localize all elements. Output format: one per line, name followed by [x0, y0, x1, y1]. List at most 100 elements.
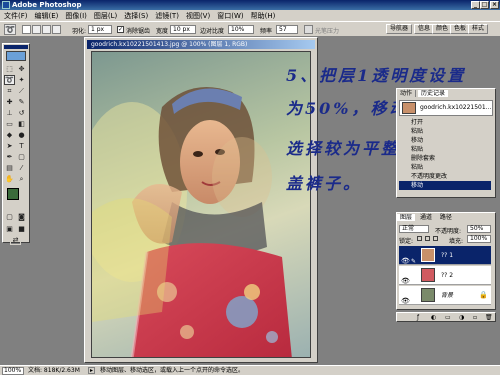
menu-file[interactable]: 文件(F) [4, 11, 28, 21]
antialias-checkbox[interactable]: ✓ [117, 26, 124, 33]
menu-layer[interactable]: 图层(L) [94, 11, 117, 21]
eye-icon[interactable]: 👁 [401, 292, 410, 311]
dodge-tool-icon[interactable]: ● [16, 130, 27, 140]
history-item[interactable]: 删除套索 [399, 154, 491, 163]
tab-history[interactable]: 历史记录 [417, 90, 448, 97]
quick-mask-mode-icon[interactable]: ◙ [16, 212, 27, 222]
brush-tool-icon[interactable]: ✎ [16, 97, 27, 107]
layer-name[interactable]: ?? 2 [441, 266, 453, 285]
tab-paths[interactable]: 路径 [437, 214, 455, 221]
history-item[interactable]: 粘贴 [399, 163, 491, 172]
close-button[interactable]: × [490, 1, 499, 9]
menu-image[interactable]: 图像(I) [65, 11, 87, 21]
blend-mode-select[interactable]: 正常 [399, 225, 429, 233]
clone-stamp-tool-icon[interactable]: ⊥ [4, 108, 15, 118]
menu-help[interactable]: 帮助(H) [251, 11, 276, 21]
full-screen-mode-icon[interactable]: ■ [16, 224, 27, 234]
fill-input[interactable]: 100% [467, 235, 491, 243]
blur-tool-icon[interactable]: ◆ [4, 130, 15, 140]
lock-transparency-icon[interactable] [417, 236, 422, 241]
tab-navigator[interactable]: 导航器 [386, 24, 413, 34]
gradient-tool-icon[interactable]: ◧ [16, 119, 27, 129]
history-item[interactable]: 打开 [399, 118, 491, 127]
pen-tool-icon[interactable]: ✒ [4, 152, 15, 162]
foreground-color-swatch[interactable] [7, 188, 19, 200]
new-selection-icon[interactable] [22, 25, 31, 34]
status-arrow-icon[interactable]: ▸ [88, 367, 95, 374]
menu-view[interactable]: 视图(V) [186, 11, 210, 21]
history-item[interactable]: 移动 [399, 136, 491, 145]
notes-tool-icon[interactable]: ▤ [4, 163, 15, 173]
add-layer-style-icon[interactable]: ƒ [417, 314, 419, 321]
history-item-active[interactable]: 移动 [399, 181, 491, 190]
add-mask-icon[interactable]: ◐ [431, 314, 436, 321]
delete-layer-icon[interactable]: 🗑 [485, 314, 493, 321]
edge-contrast-input[interactable]: 10% [228, 25, 254, 34]
app-title: Adobe Photoshop [12, 1, 82, 9]
eyedropper-tool-icon[interactable]: ⁄ [16, 163, 27, 173]
history-brush-tool-icon[interactable]: ↺ [16, 108, 27, 118]
history-item[interactable]: 不透明度更改 [399, 172, 491, 181]
new-adjustment-layer-icon[interactable]: ◑ [459, 314, 464, 321]
eraser-tool-icon[interactable]: ▭ [4, 119, 15, 129]
edge-contrast-label: 边对比度 [200, 28, 225, 35]
history-item[interactable]: 粘贴 [399, 145, 491, 154]
layer-row-selected[interactable]: 👁 ✎ ?? 1 [399, 246, 491, 265]
minimize-button[interactable]: _ [471, 1, 480, 9]
menu-select[interactable]: 选择(S) [124, 11, 148, 21]
menu-filter[interactable]: 滤镜(T) [155, 11, 179, 21]
subtract-selection-icon[interactable] [42, 25, 51, 34]
slice-tool-icon[interactable]: ⟋ [16, 86, 27, 96]
add-selection-icon[interactable] [32, 25, 41, 34]
pen-pressure-icon[interactable] [304, 25, 313, 34]
image-canvas[interactable] [91, 51, 311, 358]
lasso-tool-icon[interactable]: ➰ [4, 75, 15, 85]
adobe-online-icon[interactable] [6, 51, 26, 61]
healing-brush-tool-icon[interactable]: ✚ [4, 97, 15, 107]
layer-row[interactable]: 👁 背景 🔒 [399, 286, 491, 305]
opacity-input[interactable]: 50% [467, 225, 491, 233]
layers-panel: 图层 通道 路径 正常 不透明度: 50% 锁定: 填充: 100% 👁 ✎ ?… [396, 212, 496, 310]
menu-edit[interactable]: 编辑(E) [35, 11, 59, 21]
document-size: 文档: 818K/2.63M [28, 367, 80, 374]
lasso-tool-preset-icon[interactable]: ➰ [4, 24, 16, 35]
marquee-tool-icon[interactable]: ⬚ [4, 64, 15, 74]
zoom-field[interactable]: 100% [2, 367, 24, 375]
history-snapshot[interactable]: goodrich.kx10221501... [399, 100, 493, 116]
standard-mode-icon[interactable]: ▢ [4, 212, 15, 222]
tab-color[interactable]: 颜色 [432, 24, 453, 34]
lock-image-icon[interactable] [425, 236, 430, 241]
shape-tool-icon[interactable]: ▢ [16, 152, 27, 162]
lock-position-icon[interactable] [433, 236, 438, 241]
tab-layers[interactable]: 图层 [397, 214, 416, 221]
tab-channels[interactable]: 通道 [417, 214, 435, 221]
tab-actions[interactable]: 动作 [397, 90, 417, 97]
type-tool-icon[interactable]: T [16, 141, 27, 151]
frequency-input[interactable]: 57 [276, 25, 298, 34]
width-label: 宽度 [156, 28, 169, 35]
maximize-button[interactable]: □ [480, 1, 489, 9]
tab-styles[interactable]: 样式 [468, 24, 489, 34]
layer-name[interactable]: 背景 [441, 286, 453, 305]
feather-input[interactable]: 1 px [88, 25, 112, 34]
standard-screen-mode-icon[interactable]: ▣ [4, 224, 15, 234]
path-selection-tool-icon[interactable]: ➤ [4, 141, 15, 151]
menu-window[interactable]: 窗口(W) [217, 11, 243, 21]
magic-wand-tool-icon[interactable]: ✦ [16, 75, 27, 85]
toolbox-grip[interactable] [4, 45, 28, 49]
intersect-selection-icon[interactable] [52, 25, 61, 34]
new-set-icon[interactable]: ▭ [445, 314, 451, 321]
history-item[interactable]: 粘贴 [399, 127, 491, 136]
width-input[interactable]: 10 px [170, 25, 196, 34]
zoom-tool-icon[interactable]: ⌕ [16, 174, 27, 184]
document-title-bar[interactable]: goodrich.kx10221501413.jpg @ 100% (图层 1,… [87, 40, 315, 49]
layer-name[interactable]: ?? 1 [441, 246, 453, 265]
tab-swatches[interactable]: 色板 [450, 24, 471, 34]
new-layer-icon[interactable]: ▫ [473, 314, 477, 321]
jump-to-imageready-icon[interactable]: ⇄ [10, 235, 21, 245]
hand-tool-icon[interactable]: ✋ [4, 174, 15, 184]
crop-tool-icon[interactable]: ⌗ [4, 86, 15, 96]
tab-info[interactable]: 信息 [414, 24, 435, 34]
move-tool-icon[interactable]: ✥ [16, 64, 27, 74]
layer-row[interactable]: 👁 ?? 2 [399, 266, 491, 285]
